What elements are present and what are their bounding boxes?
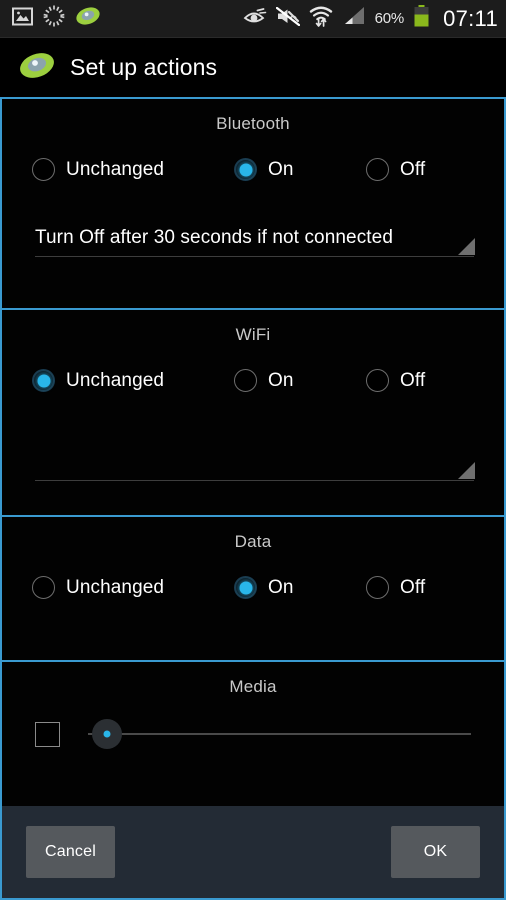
radio-label: Unchanged xyxy=(66,576,165,598)
slider-track xyxy=(88,733,471,735)
radio-label: Off xyxy=(400,576,426,598)
media-volume-slider[interactable] xyxy=(88,719,471,749)
radio-icon-checked[interactable] xyxy=(234,158,257,181)
dialog-button-bar: Cancel OK xyxy=(0,806,506,900)
battery-percent-label: 60% xyxy=(374,10,405,27)
section-title-media: Media xyxy=(229,677,277,696)
section-title-bluetooth: Bluetooth xyxy=(216,114,290,133)
radio-option-data-off[interactable]: Off xyxy=(366,576,425,599)
section-bluetooth: Bluetooth Unchanged On Off Turn Off afte… xyxy=(2,99,504,310)
radio-label: Unchanged xyxy=(66,158,165,180)
loading-spinner-icon xyxy=(43,5,65,32)
status-bar-left-icons xyxy=(12,5,101,32)
radio-option-wifi-on[interactable]: On xyxy=(234,369,366,392)
wifi-note-field[interactable] xyxy=(35,449,475,481)
resize-handle-icon[interactable] xyxy=(458,462,475,479)
radio-option-data-unchanged[interactable]: Unchanged xyxy=(32,576,234,599)
radio-group-data: Unchanged On Off xyxy=(2,576,504,599)
section-data: Data Unchanged On Off xyxy=(2,517,504,662)
media-controls-row xyxy=(2,719,504,749)
clock-label: 07:11 xyxy=(443,5,498,31)
smart-stay-eye-icon xyxy=(243,7,267,30)
radio-icon-unchecked[interactable] xyxy=(366,576,389,599)
radio-option-bluetooth-off[interactable]: Off xyxy=(366,158,425,181)
radio-label: On xyxy=(268,576,294,598)
status-bar: 60% 07:11 xyxy=(0,0,506,38)
wifi-transfer-icon xyxy=(309,5,333,32)
app-green-disc-icon xyxy=(18,51,56,85)
radio-label: Unchanged xyxy=(66,369,165,391)
section-title-data: Data xyxy=(234,532,272,551)
actions-list: Bluetooth Unchanged On Off Turn Off afte… xyxy=(0,97,506,806)
radio-option-data-on[interactable]: On xyxy=(234,576,366,599)
radio-option-bluetooth-on[interactable]: On xyxy=(234,158,366,181)
radio-group-bluetooth: Unchanged On Off xyxy=(2,158,504,181)
radio-group-wifi: Unchanged On Off xyxy=(2,369,504,392)
section-media: Media xyxy=(2,662,504,806)
radio-icon-unchecked[interactable] xyxy=(366,369,389,392)
resize-handle-icon[interactable] xyxy=(458,238,475,255)
radio-label: Off xyxy=(400,369,426,391)
radio-option-bluetooth-unchanged[interactable]: Unchanged xyxy=(32,158,234,181)
title-bar: Set up actions xyxy=(0,38,506,97)
section-title-wifi: WiFi xyxy=(235,325,271,344)
section-wifi: WiFi Unchanged On Off xyxy=(2,310,504,517)
cancel-button[interactable]: Cancel xyxy=(26,826,115,878)
radio-icon-unchecked[interactable] xyxy=(32,158,55,181)
radio-label: On xyxy=(268,369,294,391)
sound-mute-icon xyxy=(275,6,300,31)
radio-icon-unchecked[interactable] xyxy=(366,158,389,181)
phone-screen: 60% 07:11 Set up actions Bluetooth Uncha… xyxy=(0,0,506,900)
radio-option-wifi-off[interactable]: Off xyxy=(366,369,425,392)
page-title: Set up actions xyxy=(70,54,218,80)
radio-icon-checked[interactable] xyxy=(32,369,55,392)
image-icon xyxy=(12,7,33,31)
battery-icon xyxy=(413,5,430,32)
radio-icon-unchecked[interactable] xyxy=(234,369,257,392)
radio-option-wifi-unchanged[interactable]: Unchanged xyxy=(32,369,234,392)
radio-label: On xyxy=(268,158,294,180)
radio-icon-unchecked[interactable] xyxy=(32,576,55,599)
radio-icon-checked[interactable] xyxy=(234,576,257,599)
cellular-signal-icon xyxy=(342,6,366,31)
radio-label: Off xyxy=(400,158,426,180)
app-green-disc-icon xyxy=(75,6,101,31)
bluetooth-note-field[interactable]: Turn Off after 30 seconds if not connect… xyxy=(35,225,475,257)
bluetooth-note-value: Turn Off after 30 seconds if not connect… xyxy=(35,227,394,249)
slider-thumb[interactable] xyxy=(92,719,122,749)
ok-button[interactable]: OK xyxy=(391,826,480,878)
media-enable-checkbox[interactable] xyxy=(35,721,60,747)
status-bar-right-icons: 60% 07:11 xyxy=(243,5,498,32)
